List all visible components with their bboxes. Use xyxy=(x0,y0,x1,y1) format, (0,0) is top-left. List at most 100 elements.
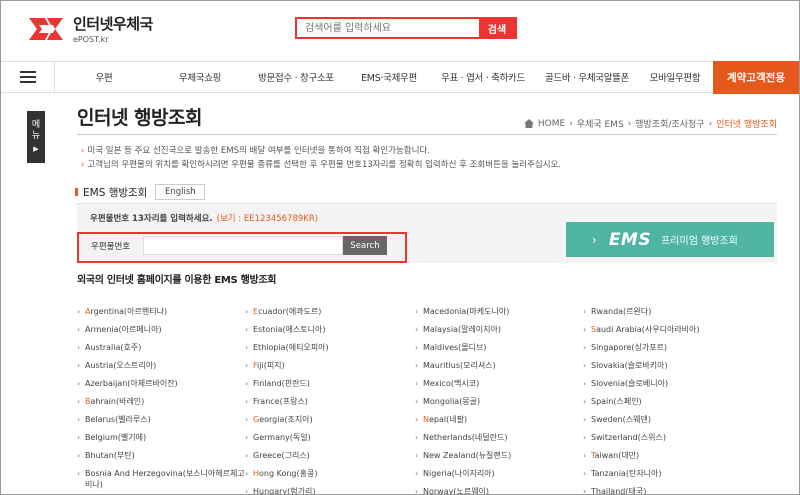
arrow-right-icon: ▶ xyxy=(33,144,39,153)
country-link[interactable]: Bhutan(부탄) xyxy=(77,450,247,468)
country-link[interactable]: Ethiopia(에티오피아) xyxy=(245,342,415,360)
info-note: › 고객님의 우편물의 위치를 확인하시려면 우편물 종류를 선택한 후 우편물 … xyxy=(81,160,562,170)
breadcrumb-ems[interactable]: 우체국 EMS xyxy=(577,117,624,130)
country-link[interactable]: Greece(그리스) xyxy=(245,450,415,468)
country-link[interactable]: Switzerland(스위스) xyxy=(583,432,753,450)
nav-item-ems[interactable]: EMS·국제우편 xyxy=(345,62,433,92)
form-example: (보기 : EE123456789KR) xyxy=(216,214,319,224)
country-link[interactable]: Taiwan(대만) xyxy=(583,450,753,468)
site-header: 인터넷우체국 ePOST.kr 검색 xyxy=(1,1,799,59)
country-column: Macedonia(마케도니아)Malaysia(말레이지아)Maldives(… xyxy=(415,306,585,494)
logo-subtitle: ePOST.kr xyxy=(73,35,109,44)
tracking-search-button[interactable]: Search xyxy=(343,236,387,255)
english-tab[interactable]: English xyxy=(155,184,206,200)
site-search-button[interactable]: 검색 xyxy=(479,19,515,37)
tracking-number-label: 우편물번호 xyxy=(91,242,131,252)
country-link[interactable]: Nepal(네팔) xyxy=(415,414,585,432)
nav-item-stamps[interactable]: 우표 · 엽서 · 축하카드 xyxy=(433,62,533,92)
home-icon xyxy=(523,119,534,128)
country-link[interactable]: Hungary(헝가리) xyxy=(245,486,415,494)
ems-premium-brand: EMS xyxy=(608,229,652,250)
epost-logo-icon xyxy=(29,17,63,40)
page-title: 인터넷 행방조회 xyxy=(77,107,202,129)
country-link[interactable]: Norway(노르웨이) xyxy=(415,486,585,494)
country-link[interactable]: Armenia(아르메니아) xyxy=(77,324,247,342)
country-link[interactable]: France(프랑스) xyxy=(245,396,415,414)
hamburger-icon xyxy=(19,71,36,83)
country-column: Argentina(아르헨티나)Armenia(아르메니아)Australia(… xyxy=(77,306,247,494)
country-link[interactable]: Spain(스페인) xyxy=(583,396,753,414)
menu-button[interactable] xyxy=(1,62,55,92)
country-link[interactable]: Rwanda(르완다) xyxy=(583,306,753,324)
section-title: EMS 행방조회 xyxy=(83,186,148,199)
country-link[interactable]: Tanzania(탄자니아) xyxy=(583,468,753,486)
side-menu-label-1: 메 xyxy=(31,119,41,130)
country-link[interactable]: New Zealand(뉴질랜드) xyxy=(415,450,585,468)
country-link[interactable]: Mexico(멕시코) xyxy=(415,378,585,396)
nav-item-mobile[interactable]: 모바일우편함 xyxy=(641,62,709,92)
chevron-right-icon: › xyxy=(569,118,573,129)
breadcrumb-tracking[interactable]: 행방조회/조사청구 xyxy=(635,117,704,130)
country-link[interactable]: Mauritius(모리셔스) xyxy=(415,360,585,378)
logo-title: 인터넷우체국 xyxy=(73,15,153,33)
breadcrumb-home[interactable]: HOME xyxy=(538,119,565,129)
tracking-number-row: 우편물번호 Search xyxy=(77,232,407,263)
nav-item-mail[interactable]: 우편 xyxy=(55,62,153,92)
contract-customer-button[interactable]: 계약고객전용 xyxy=(713,61,799,94)
country-column: Rwanda(르완다)Saudi Arabia(사우디아라비아)Singapor… xyxy=(583,306,753,494)
country-link[interactable]: Slovakia(슬로바키아) xyxy=(583,360,753,378)
side-menu-tab[interactable]: 메 뉴 ▶ xyxy=(27,111,45,163)
country-link[interactable]: Fiji(피지) xyxy=(245,360,415,378)
country-link[interactable]: Slovenia(슬로베니아) xyxy=(583,378,753,396)
country-link[interactable]: Maldives(몰디브) xyxy=(415,342,585,360)
country-link[interactable]: Georgia(조지아) xyxy=(245,414,415,432)
ems-premium-tracking-button[interactable]: › EMS 프리미엄 행방조회 xyxy=(566,222,774,257)
country-link[interactable]: Ecuador(에콰도르) xyxy=(245,306,415,324)
country-link[interactable]: Hong Kong(홍콩) xyxy=(245,468,415,486)
breadcrumb-current: 인터넷 행방조회 xyxy=(716,120,777,130)
nav-item-goldbar[interactable]: 골드바 · 우체국알뜰폰 xyxy=(533,62,641,92)
country-link[interactable]: Belgium(벨기에) xyxy=(77,432,247,450)
country-link[interactable]: Netherlands(네덜란드) xyxy=(415,432,585,450)
ems-search-section-header: EMS 행방조회 English xyxy=(75,184,206,200)
country-link[interactable]: Finland(핀란드) xyxy=(245,378,415,396)
country-link[interactable]: Argentina(아르헨티나) xyxy=(77,306,247,324)
section-marker-icon xyxy=(75,188,78,196)
country-link[interactable]: Australia(호주) xyxy=(77,342,247,360)
page-frame: 인터넷우체국 ePOST.kr 검색 우편 우체국쇼핑 방문접수 · 창구소포 … xyxy=(0,0,800,495)
info-note: › 미국 일본 등 주요 선진국으로 발송한 EMS의 배달 여부를 인터넷을 통… xyxy=(81,146,430,156)
country-link[interactable]: Singapore(싱가포르) xyxy=(583,342,753,360)
country-link[interactable]: Saudi Arabia(사우디아라비아) xyxy=(583,324,753,342)
title-divider xyxy=(77,134,777,135)
chevron-right-icon: › xyxy=(592,232,597,247)
country-link[interactable]: Belarus(벨라루스) xyxy=(77,414,247,432)
nav-item-shopping[interactable]: 우체국쇼핑 xyxy=(153,62,247,92)
chevron-right-icon: › xyxy=(627,118,632,129)
main-nav: 우편 우체국쇼핑 방문접수 · 창구소포 EMS·국제우편 우표 · 엽서 · … xyxy=(1,61,799,94)
chevron-right-icon: › xyxy=(708,118,713,129)
site-search-input[interactable] xyxy=(297,19,479,37)
nav-item-parcel[interactable]: 방문접수 · 창구소포 xyxy=(247,62,345,92)
country-link[interactable]: Nigeria(나이지리아) xyxy=(415,468,585,486)
breadcrumb: HOME › 우체국 EMS › 행방조회/조사청구 › 인터넷 행방조회 xyxy=(523,117,777,130)
country-link[interactable]: Sweden(스웨덴) xyxy=(583,414,753,432)
ems-premium-label: 프리미엄 행방조회 xyxy=(661,236,738,247)
tracking-number-input[interactable] xyxy=(143,236,343,255)
country-link[interactable]: Malaysia(말레이지아) xyxy=(415,324,585,342)
form-hint: 우편물번호 13자리를 입력하세요. (보기 : EE123456789KR) xyxy=(90,214,319,224)
country-column: Ecuador(에콰도르)Estonia(에스토니아)Ethiopia(에티오피… xyxy=(245,306,415,494)
site-logo[interactable]: 인터넷우체국 ePOST.kr xyxy=(25,13,153,44)
info-notes: › 미국 일본 등 주요 선진국으로 발송한 EMS의 배달 여부를 인터넷을 통… xyxy=(81,144,561,172)
country-link[interactable]: Germany(독일) xyxy=(245,432,415,450)
country-link[interactable]: Estonia(에스토니아) xyxy=(245,324,415,342)
country-link[interactable]: Macedonia(마케도니아) xyxy=(415,306,585,324)
country-link[interactable]: Bahrain(바레인) xyxy=(77,396,247,414)
country-link[interactable]: Azerbaijan(아제르바이잔) xyxy=(77,378,247,396)
country-link[interactable]: Austria(오스트리아) xyxy=(77,360,247,378)
countries-section-title: 외국의 인터넷 홈페이지를 이용한 EMS 행방조회 xyxy=(77,275,277,286)
country-link[interactable]: Bosnia And Herzegovina(보스니아헤르체고비나) xyxy=(77,468,247,494)
country-link[interactable]: Mongolia(몽골) xyxy=(415,396,585,414)
site-search: 검색 xyxy=(295,17,517,39)
side-menu-label-2: 뉴 xyxy=(31,130,41,141)
country-link[interactable]: Thailand(태국) xyxy=(583,486,753,494)
